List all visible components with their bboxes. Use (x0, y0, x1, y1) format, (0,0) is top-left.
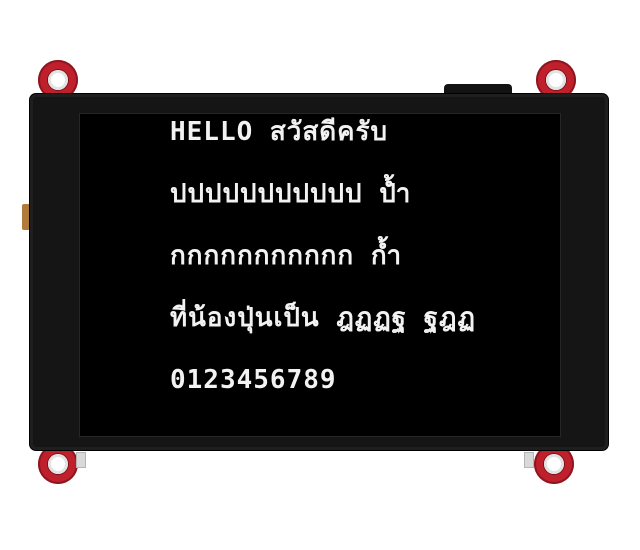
display-line-3: กกกกกกกกกกก ก้ำ (170, 241, 403, 271)
mounting-hole (48, 70, 68, 90)
display-text-block: HELLO สวัสดีครับ ปปปปปปปปปปป ป้ำ กกกกกกก… (170, 118, 550, 406)
connector-pin-left (76, 452, 86, 468)
display-line-1: HELLO สวัสดีครับ (170, 117, 389, 147)
mounting-hole (544, 454, 564, 474)
connector-pin-right (524, 452, 534, 468)
mounting-hole (48, 454, 68, 474)
mounting-hole (546, 70, 566, 90)
lcd-screen: HELLO สวัสดีครับ ปปปปปปปปปปป ป้ำ กกกกกกก… (80, 114, 560, 436)
side-connector-tab (22, 204, 30, 230)
display-line-5: 0123456789 (170, 365, 337, 395)
mounting-ear-bottom-right (534, 444, 574, 484)
mounting-ear-bottom-left (38, 444, 78, 484)
display-line-4: ที่น้องปุ่นเป็น ฎฏฏฐ ฐฎฏ (170, 303, 476, 333)
display-line-2: ปปปปปปปปปปป ป้ำ (170, 179, 412, 209)
lcd-module: HELLO สวัสดีครับ ปปปปปปปปปปป ป้ำ กกกกกกก… (0, 0, 640, 550)
